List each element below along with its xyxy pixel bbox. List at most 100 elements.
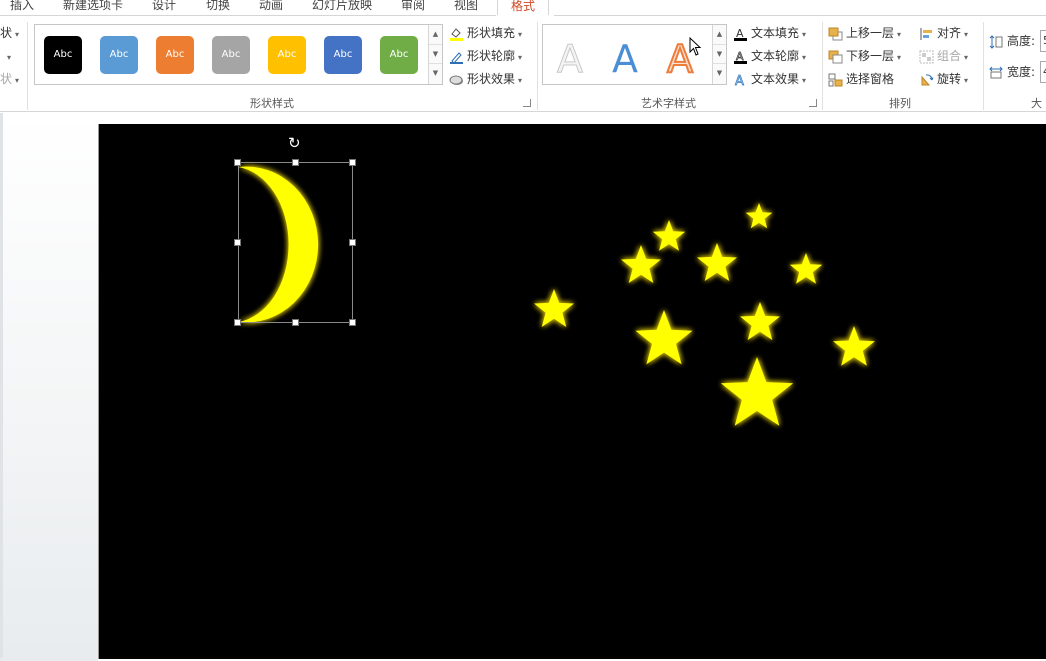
tab-slideshow[interactable]: 幻灯片放映 [312,0,372,15]
partial-command-3[interactable]: 状 ▾ [0,70,19,88]
work-area: ↻ [0,112,1046,661]
paint-bucket-icon [449,27,464,41]
scroll-down-icon[interactable]: ▼ [429,45,442,65]
resize-handle-top[interactable] [292,159,299,166]
group-button[interactable]: 组合 ▾ [919,47,968,65]
dialog-launcher-icon[interactable] [523,99,531,107]
group-label-arrange: 排列 [889,97,911,110]
group-separator [822,22,823,110]
tab-review[interactable]: 审阅 [401,0,425,15]
text-outline-label: 文本轮廓 [751,49,800,63]
gallery-scrollbar[interactable]: ▲ ▼ ▼ [712,25,726,84]
tab-transitions[interactable]: 切换 [206,0,230,15]
text-fill-icon: A [733,27,748,41]
group-label: 组合 [937,49,962,63]
shape-outline-button[interactable]: 形状轮廓 ▾ [449,47,522,65]
tab-animations[interactable]: 动画 [259,0,283,15]
resize-handle-top-left[interactable] [234,159,241,166]
shape-style-swatch[interactable]: Abc [212,36,250,74]
text-effects-button[interactable]: A 文本效果 ▾ [733,70,807,89]
text-fill-button[interactable]: A 文本填充 ▾ [733,24,806,42]
text-outline-icon: A [733,49,748,64]
resize-handle-bottom-right[interactable] [349,319,356,326]
shape-fill-button[interactable]: 形状填充 ▾ [449,24,522,42]
shape-effects-button[interactable]: 形状效果 ▾ [449,70,522,88]
shape-style-swatch[interactable]: Abc [100,36,138,74]
text-fill-label: 文本填充 [751,26,800,40]
align-button[interactable]: 对齐 ▾ [919,24,968,42]
resize-handle-bottom-left[interactable] [234,319,241,326]
shape-style-swatch[interactable]: Abc [156,36,194,74]
wordart-sample-blue[interactable]: A [612,37,638,81]
scroll-up-icon[interactable]: ▲ [713,25,726,45]
gallery-more-icon[interactable]: ▼ [713,64,726,84]
shape-effects-icon [449,73,464,87]
chevron-down-icon: ▾ [15,30,20,39]
stars-group [534,203,875,426]
width-icon [989,66,1004,80]
selection-pane-label: 选择窗格 [846,72,895,86]
tab-view[interactable]: 视图 [454,0,478,15]
gallery-more-icon[interactable]: ▼ [429,64,442,84]
height-icon [989,34,1004,49]
scroll-up-icon[interactable]: ▲ [429,25,442,45]
send-backward-button[interactable]: 下移一层 ▾ [828,47,901,65]
partial-command-2[interactable]: ▾ [4,47,11,65]
shape-style-swatch[interactable]: Abc [268,36,306,74]
resize-handle-left[interactable] [234,239,241,246]
height-input[interactable]: 5 [1040,30,1046,52]
bring-forward-icon [828,27,843,41]
shape-style-swatch[interactable]: Abc [44,36,82,74]
wordart-sample-plain[interactable]: A [557,37,584,82]
tab-design[interactable]: 设计 [152,0,176,15]
star-shape[interactable] [720,357,794,426]
shape-styles-gallery[interactable]: Abc Abc Abc Abc Abc Abc Abc ▲ ▼ ▼ [34,24,443,85]
shape-style-swatch[interactable]: Abc [324,36,362,74]
shape-effects-label: 形状效果 [467,72,516,86]
height-label-row: 高度: [989,32,1035,50]
rotate-handle-icon[interactable]: ↻ [288,134,301,152]
star-shape[interactable] [745,203,773,229]
ribbon: 状 ▾ ▾ 状 ▾ Abc Abc Abc Abc Abc Abc Abc ▲ ▼ … [0,16,1046,112]
chevron-down-icon: ▾ [518,30,523,39]
width-label-row: 宽度: [989,63,1035,81]
chevron-down-icon: ▾ [802,76,807,85]
tab-new-tab[interactable]: 新建选项卡 [63,0,123,15]
align-icon [919,27,934,41]
rotate-button[interactable]: 旋转 ▾ [919,70,968,88]
bring-forward-button[interactable]: 上移一层 ▾ [828,24,901,42]
gallery-scrollbar[interactable]: ▲ ▼ ▼ [428,25,442,84]
wordart-styles-gallery[interactable]: A A A ▲ ▼ ▼ [542,24,727,85]
partial-command-1-label: 状 [0,26,13,40]
slide-canvas[interactable]: ↻ [98,124,1046,659]
dialog-launcher-icon[interactable] [809,99,817,107]
star-shape[interactable] [740,302,780,340]
height-label: 高度: [1007,34,1036,48]
resize-handle-right[interactable] [349,239,356,246]
star-shape[interactable] [635,310,693,365]
star-shape[interactable] [789,253,823,284]
star-shape[interactable] [621,245,661,283]
group-label-wordart-styles: 艺术字样式 [641,97,696,110]
resize-handle-bottom[interactable] [292,319,299,326]
chevron-down-icon: ▾ [964,76,969,85]
ribbon-tab-bar: 插入 新建选项卡 设计 切换 动画 幻灯片放映 审阅 视图 格式 [0,0,1046,16]
shape-style-swatch[interactable]: Abc [380,36,418,74]
slide-thumbnail-pane[interactable] [0,112,98,661]
star-shape[interactable] [697,243,737,281]
star-shape[interactable] [534,289,574,327]
tab-format[interactable]: 格式 [497,0,550,15]
star-shape[interactable] [833,326,875,366]
rotate-icon [919,73,934,87]
shape-outline-label: 形状轮廓 [467,49,516,63]
tab-insert[interactable]: 插入 [10,0,34,15]
width-input[interactable]: 4 [1040,61,1046,83]
star-shape[interactable] [652,220,686,251]
partial-command-1[interactable]: 状 ▾ [0,24,19,42]
scroll-down-icon[interactable]: ▼ [713,45,726,65]
align-label: 对齐 [937,26,962,40]
selection-pane-button[interactable]: 选择窗格 [828,70,894,88]
text-outline-button[interactable]: A 文本轮廓 ▾ [733,47,806,65]
shape-fill-label: 形状填充 [467,26,516,40]
resize-handle-top-right[interactable] [349,159,356,166]
